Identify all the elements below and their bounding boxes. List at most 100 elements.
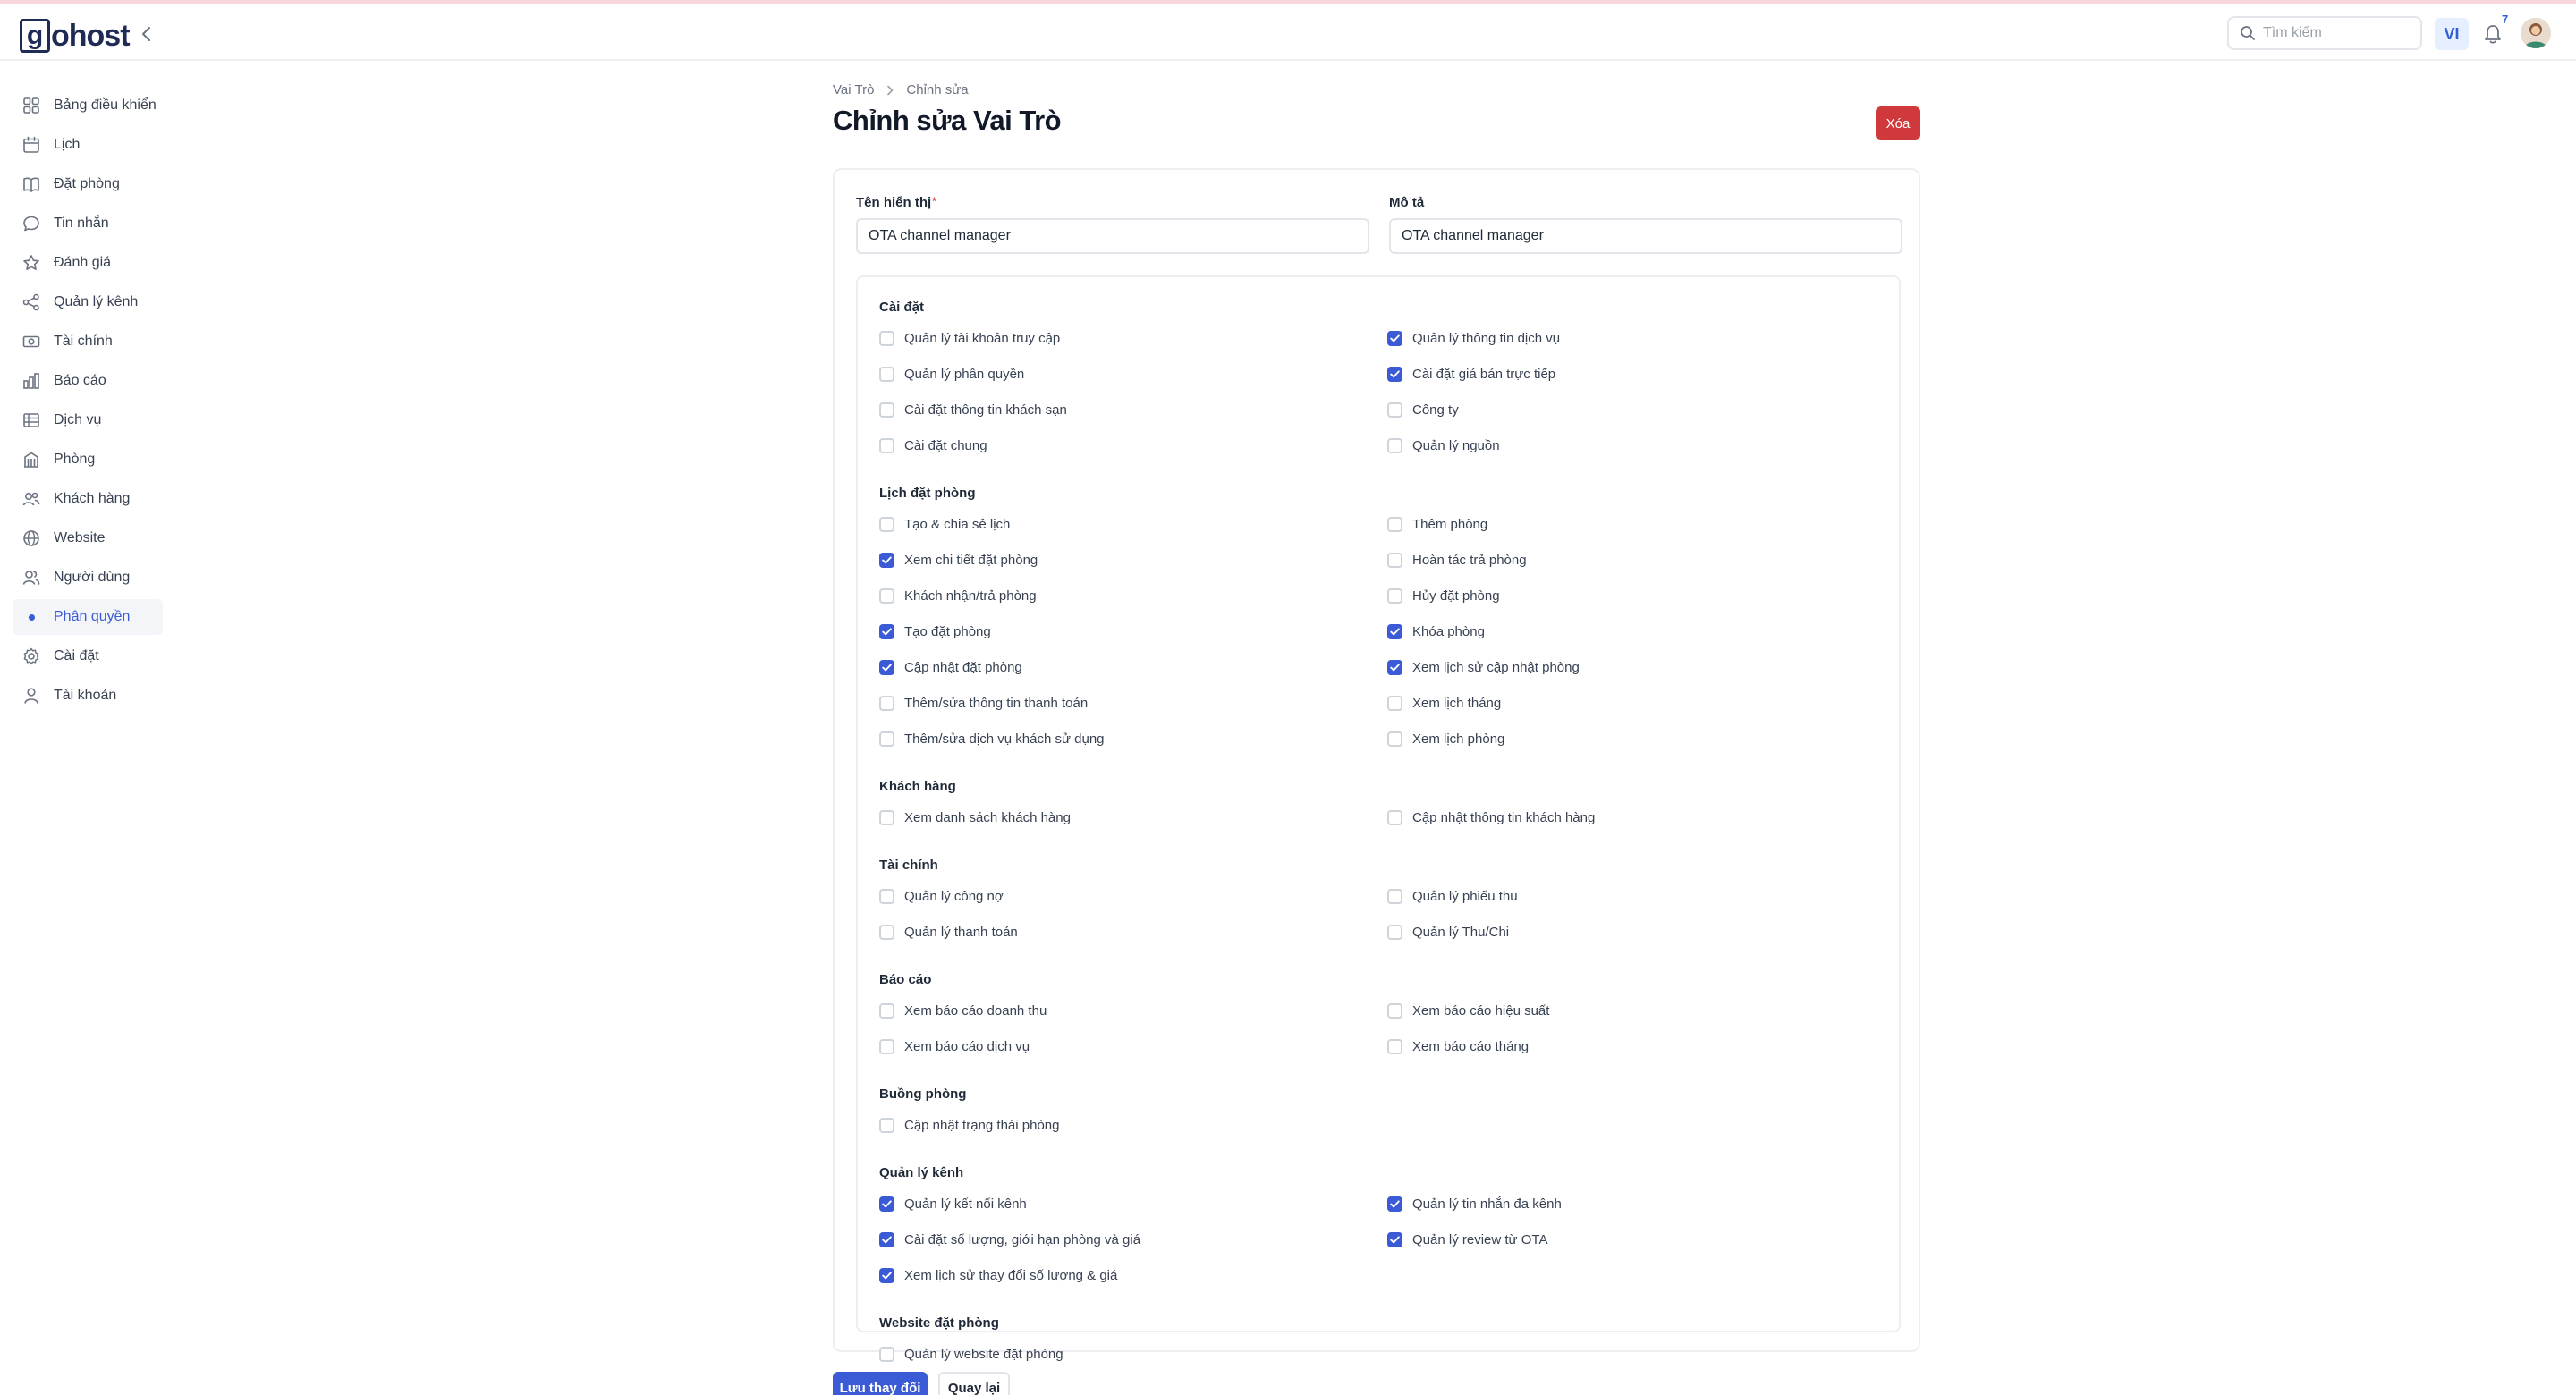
checkbox-unchecked-icon[interactable] — [1387, 924, 1402, 940]
permission-checkbox-row[interactable]: Quản lý tin nhắn đa kênh — [1387, 1194, 1562, 1213]
checkbox-checked-icon[interactable] — [1387, 366, 1402, 382]
permission-checkbox-row[interactable]: Cài đặt chung — [879, 435, 987, 455]
checkbox-unchecked-icon[interactable] — [879, 516, 894, 532]
permission-checkbox-row[interactable]: Quản lý nguồn — [1387, 435, 1500, 455]
display-name-input[interactable] — [856, 218, 1369, 254]
sidebar-item-messages[interactable]: Tin nhắn — [13, 206, 163, 241]
checkbox-unchecked-icon[interactable] — [879, 437, 894, 453]
checkbox-unchecked-icon[interactable] — [879, 809, 894, 825]
permission-checkbox-row[interactable]: Xem báo cáo dịch vụ — [879, 1036, 1030, 1056]
checkbox-unchecked-icon[interactable] — [879, 588, 894, 604]
sidebar-item-rooms[interactable]: Phòng — [13, 442, 163, 478]
permission-checkbox-row[interactable]: Quản lý tài khoản truy cập — [879, 328, 1060, 348]
permission-checkbox-row[interactable]: Xem báo cáo hiệu suất — [1387, 1001, 1549, 1020]
checkbox-checked-icon[interactable] — [1387, 623, 1402, 639]
checkbox-unchecked-icon[interactable] — [1387, 437, 1402, 453]
permission-checkbox-row[interactable]: Xem lịch sử cập nhật phòng — [1387, 657, 1580, 677]
permission-checkbox-row[interactable]: Quản lý review từ OTA — [1387, 1230, 1547, 1249]
permission-checkbox-row[interactable]: Xem báo cáo tháng — [1387, 1036, 1529, 1056]
permission-checkbox-row[interactable]: Xem lịch phòng — [1387, 729, 1504, 748]
permission-checkbox-row[interactable]: Tạo đặt phòng — [879, 621, 991, 641]
checkbox-unchecked-icon[interactable] — [879, 402, 894, 418]
permission-checkbox-row[interactable]: Quản lý thông tin dịch vụ — [1387, 328, 1560, 348]
checkbox-checked-icon[interactable] — [879, 1196, 894, 1212]
gohost-logo[interactable]: g ohost — [20, 16, 131, 55]
permission-checkbox-row[interactable]: Quản lý website đặt phòng — [879, 1344, 1063, 1364]
checkbox-unchecked-icon[interactable] — [879, 330, 894, 346]
permission-checkbox-row[interactable]: Quản lý công nợ — [879, 886, 1004, 906]
permission-checkbox-row[interactable]: Hủy đặt phòng — [1387, 586, 1500, 605]
sidebar-item-finance[interactable]: Tài chính — [13, 324, 163, 359]
sidebar-item-account[interactable]: Tài khoản — [13, 678, 163, 714]
sidebar-item-settings[interactable]: Cài đặt — [13, 638, 163, 674]
permission-checkbox-row[interactable]: Cập nhật trạng thái phòng — [879, 1115, 1059, 1135]
checkbox-unchecked-icon[interactable] — [879, 1038, 894, 1054]
checkbox-unchecked-icon[interactable] — [879, 1002, 894, 1019]
search-box[interactable] — [2227, 16, 2422, 50]
checkbox-unchecked-icon[interactable] — [879, 366, 894, 382]
checkbox-checked-icon[interactable] — [1387, 1196, 1402, 1212]
permission-checkbox-row[interactable]: Quản lý kết nối kênh — [879, 1194, 1027, 1213]
checkbox-unchecked-icon[interactable] — [879, 695, 894, 711]
sidebar-item-website[interactable]: Website — [13, 520, 163, 556]
permission-checkbox-row[interactable]: Hoàn tác trả phòng — [1387, 550, 1527, 570]
checkbox-unchecked-icon[interactable] — [879, 1117, 894, 1133]
sidebar-item-calendar[interactable]: Lịch — [13, 127, 163, 163]
checkbox-unchecked-icon[interactable] — [879, 731, 894, 747]
checkbox-checked-icon[interactable] — [1387, 659, 1402, 675]
permission-checkbox-row[interactable]: Tạo & chia sẻ lịch — [879, 514, 1010, 534]
save-button[interactable]: Lưu thay đổi — [833, 1372, 928, 1395]
permission-checkbox-row[interactable]: Công ty — [1387, 400, 1459, 419]
checkbox-unchecked-icon[interactable] — [1387, 402, 1402, 418]
checkbox-unchecked-icon[interactable] — [1387, 695, 1402, 711]
permission-checkbox-row[interactable]: Xem báo cáo doanh thu — [879, 1001, 1046, 1020]
permission-checkbox-row[interactable]: Xem lịch sử thay đổi số lượng & giá — [879, 1265, 1117, 1285]
checkbox-unchecked-icon[interactable] — [1387, 588, 1402, 604]
checkbox-unchecked-icon[interactable] — [879, 924, 894, 940]
permission-checkbox-row[interactable]: Khách nhận/trả phòng — [879, 586, 1037, 605]
checkbox-unchecked-icon[interactable] — [879, 888, 894, 904]
sidebar-item-reports[interactable]: Báo cáo — [13, 363, 163, 399]
checkbox-checked-icon[interactable] — [879, 1231, 894, 1247]
delete-button[interactable]: Xóa — [1876, 106, 1920, 140]
sidebar-item-customers[interactable]: Khách hàng — [13, 481, 163, 517]
breadcrumb-parent-link[interactable]: Vai Trò — [833, 82, 874, 97]
permission-checkbox-row[interactable]: Cài đặt thông tin khách sạn — [879, 400, 1067, 419]
permission-checkbox-row[interactable]: Cập nhật đặt phòng — [879, 657, 1022, 677]
checkbox-checked-icon[interactable] — [1387, 330, 1402, 346]
checkbox-unchecked-icon[interactable] — [1387, 1038, 1402, 1054]
checkbox-unchecked-icon[interactable] — [1387, 809, 1402, 825]
permission-checkbox-row[interactable]: Cài đặt giá bán trực tiếp — [1387, 364, 1555, 384]
sidebar-item-users[interactable]: Người dùng — [13, 560, 163, 596]
sidebar-item-services[interactable]: Dịch vụ — [13, 402, 163, 438]
permission-checkbox-row[interactable]: Cập nhật thông tin khách hàng — [1387, 807, 1595, 827]
checkbox-checked-icon[interactable] — [1387, 1231, 1402, 1247]
checkbox-checked-icon[interactable] — [879, 623, 894, 639]
checkbox-unchecked-icon[interactable] — [1387, 1002, 1402, 1019]
permission-checkbox-row[interactable]: Thêm phòng — [1387, 514, 1487, 534]
checkbox-unchecked-icon[interactable] — [1387, 516, 1402, 532]
checkbox-unchecked-icon[interactable] — [1387, 731, 1402, 747]
checkbox-checked-icon[interactable] — [879, 552, 894, 568]
permission-checkbox-row[interactable]: Quản lý thanh toán — [879, 922, 1018, 942]
permission-checkbox-row[interactable]: Quản lý Thu/Chi — [1387, 922, 1509, 942]
permission-checkbox-row[interactable]: Khóa phòng — [1387, 621, 1485, 641]
sidebar-item-dashboard[interactable]: Bảng điều khiển — [13, 88, 163, 123]
permission-checkbox-row[interactable]: Xem danh sách khách hàng — [879, 807, 1071, 827]
sidebar-item-permissions[interactable]: Phân quyền — [13, 599, 163, 635]
sidebar-item-reviews[interactable]: Đánh giá — [13, 245, 163, 281]
user-avatar[interactable] — [2521, 18, 2551, 48]
back-button[interactable]: Quay lại — [938, 1372, 1010, 1395]
checkbox-unchecked-icon[interactable] — [1387, 888, 1402, 904]
collapse-sidebar-button[interactable] — [134, 20, 159, 48]
checkbox-unchecked-icon[interactable] — [879, 1346, 894, 1362]
search-input[interactable] — [2263, 25, 2406, 41]
language-switch[interactable]: VI — [2435, 18, 2469, 50]
sidebar-item-bookings[interactable]: Đặt phòng — [13, 166, 163, 202]
permission-checkbox-row[interactable]: Thêm/sửa dịch vụ khách sử dụng — [879, 729, 1105, 748]
permission-checkbox-row[interactable]: Quản lý phân quyền — [879, 364, 1024, 384]
description-input[interactable] — [1389, 218, 1902, 254]
permission-checkbox-row[interactable]: Xem lịch tháng — [1387, 693, 1501, 713]
permission-checkbox-row[interactable]: Quản lý phiếu thu — [1387, 886, 1518, 906]
checkbox-checked-icon[interactable] — [879, 1267, 894, 1283]
